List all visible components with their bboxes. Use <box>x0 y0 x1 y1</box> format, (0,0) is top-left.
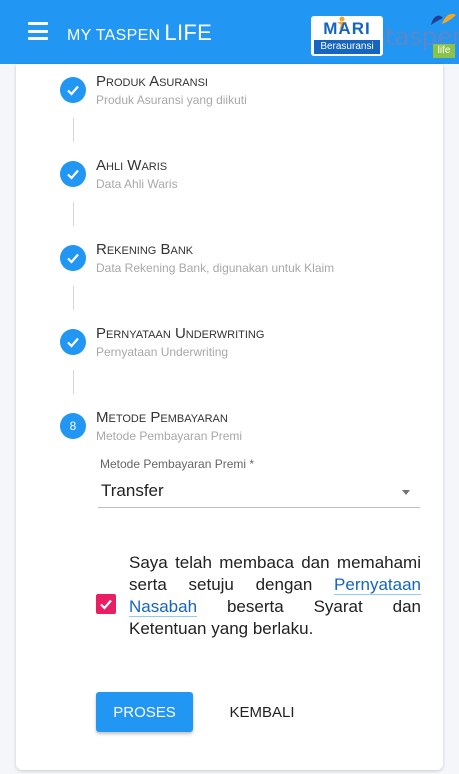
payment-method-value: Transfer <box>101 481 164 500</box>
logo-mari-text: MARI <box>323 19 371 38</box>
step-title: Pernyataan Underwriting <box>96 325 265 342</box>
step-title: Ahli Waris <box>96 157 168 174</box>
chevron-down-icon <box>402 490 410 495</box>
check-icon <box>60 329 86 355</box>
step-connector <box>73 370 74 394</box>
check-icon <box>60 77 86 103</box>
app-bar: MY TASPENLIFE MARI Berasuransi taspen li… <box>0 0 459 64</box>
mari-berasuransi-logo: MARI Berasuransi <box>311 16 383 56</box>
step-subtitle: Produk Asuransi yang diikuti <box>96 93 247 107</box>
step-subtitle: Data Rekening Bank, digunakan untuk Klai… <box>96 261 335 275</box>
step-title: Produk Asuransi <box>96 73 208 90</box>
taspen-life-logo: taspen life <box>385 12 459 60</box>
payment-method-label: Metode Pembayaran Premi * <box>100 457 255 471</box>
agreement-checkbox[interactable] <box>96 594 116 614</box>
app-title-suffix: LIFE <box>164 20 213 45</box>
logo-mari-subtext: Berasuransi <box>314 40 380 54</box>
app-title-prefix: MY TASPEN <box>67 27 161 44</box>
step-connector <box>73 286 74 310</box>
menu-icon[interactable] <box>28 22 48 40</box>
kembali-button[interactable]: KEMBALI <box>216 692 308 732</box>
step-connector <box>73 118 74 142</box>
check-icon <box>100 599 112 610</box>
agreement-text: Saya telah membaca dan memahami serta se… <box>129 552 421 640</box>
step-subtitle: Pernyataan Underwriting <box>96 345 229 359</box>
app-title: MY TASPEN LIFE <box>67 20 212 46</box>
payment-method-select[interactable]: Transfer <box>98 476 420 508</box>
check-icon <box>60 161 86 187</box>
step-subtitle: Data Ahli Waris <box>96 177 178 191</box>
step-title: Metode Pembayaran <box>96 409 228 426</box>
registration-card: Produk Asuransi Produk Asuransi yang dii… <box>16 64 443 770</box>
check-icon <box>60 245 86 271</box>
step-number: 8 <box>60 413 86 439</box>
app-frame: MY TASPENLIFE MARI Berasuransi taspen li… <box>0 0 459 774</box>
step-subtitle: Metode Pembayaran Premi <box>96 429 243 443</box>
logo-taspen-subtext: life <box>433 44 455 58</box>
step-title: Rekening Bank <box>96 241 194 258</box>
proses-button[interactable]: PROSES <box>96 692 193 732</box>
step-connector <box>73 202 74 226</box>
